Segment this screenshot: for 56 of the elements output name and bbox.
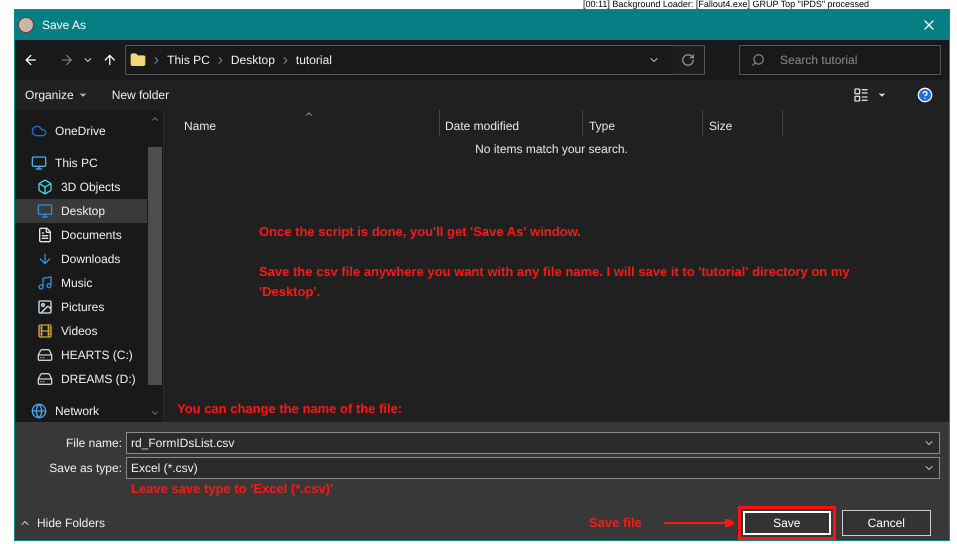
- desktop-icon: [37, 203, 53, 219]
- save-button[interactable]: Save: [742, 511, 831, 535]
- nav-item[interactable]: Music: [15, 271, 163, 295]
- refresh-icon[interactable]: [681, 53, 696, 68]
- toolbar-button[interactable]: Organize: [25, 86, 88, 104]
- empty-message: No items match your search.: [475, 141, 628, 158]
- column-header[interactable]: Type: [589, 117, 616, 135]
- app-icon: [18, 17, 34, 33]
- field-label: Save as type:: [48, 460, 123, 477]
- download-arrow-icon: [37, 251, 53, 267]
- combo-box[interactable]: rd_FormIDsList.csv: [126, 432, 940, 454]
- search-field[interactable]: Search tutorial: [739, 45, 942, 76]
- document-icon: [37, 227, 53, 243]
- nav-item[interactable]: Documents: [15, 223, 163, 247]
- folder-icon: [130, 52, 146, 68]
- nav-item[interactable]: This PC: [15, 151, 163, 175]
- computer-icon: [31, 155, 47, 171]
- cloud-icon: [31, 123, 47, 139]
- window-title: Save As: [42, 17, 86, 34]
- log-line: [00:11] Background Loader: [Fallout4.exe] GRUP Top "IPDS" processed: [583, 0, 870, 9]
- search-icon: [751, 53, 766, 68]
- hide-folders-button[interactable]: Hide Folders: [19, 514, 106, 532]
- breadcrumb[interactable]: This PC: [167, 51, 210, 70]
- nav-item[interactable]: OneDrive: [15, 119, 163, 143]
- picture-icon: [37, 299, 53, 315]
- drive-icon: [37, 371, 53, 387]
- nav-item[interactable]: Pictures: [15, 295, 163, 319]
- annotation-text: Once the script is done, you'll get 'Save As' window.: [259, 223, 582, 241]
- annotation-arrow: [664, 519, 734, 527]
- toolbar-button[interactable]: New folder: [112, 86, 170, 104]
- annotation-text: Leave save type to 'Excel (*.csv)': [131, 481, 334, 497]
- nav-item[interactable]: Downloads: [15, 247, 163, 271]
- field-label: File name:: [64, 435, 123, 452]
- cube-icon: [37, 179, 53, 195]
- music-note-icon: [37, 275, 53, 291]
- annotation-text: You can change the name of the file:: [177, 400, 404, 418]
- nav-item[interactable]: DREAMS (D:): [15, 367, 163, 391]
- breadcrumb[interactable]: Desktop: [230, 51, 275, 70]
- cancel-button[interactable]: Cancel: [842, 510, 931, 536]
- annotation-text: Save the csv file anywhere you want with any file name. I will save it to 'tutorial' directory on my 'Desktop'.: [259, 262, 851, 301]
- combo-box[interactable]: Excel (*.csv): [126, 457, 940, 479]
- nav-item[interactable]: Videos: [15, 319, 163, 343]
- view-options-icon[interactable]: [853, 87, 869, 104]
- nav-item[interactable]: HEARTS (C:): [15, 343, 163, 367]
- address-bar[interactable]: This PC Desktop tutorial: [125, 45, 706, 76]
- nav-item[interactable]: Network: [15, 399, 163, 423]
- column-header[interactable]: Name: [184, 117, 216, 135]
- annotation-text: Save file: [589, 514, 642, 532]
- breadcrumb[interactable]: tutorial: [296, 51, 332, 70]
- film-icon: [37, 323, 53, 339]
- network-globe-icon: [31, 403, 47, 419]
- drive-icon: [37, 347, 53, 363]
- column-header[interactable]: Size: [709, 117, 732, 135]
- help-icon[interactable]: [917, 87, 933, 104]
- column-header[interactable]: Date modified: [445, 117, 520, 135]
- nav-item[interactable]: 3D Objects: [15, 175, 163, 199]
